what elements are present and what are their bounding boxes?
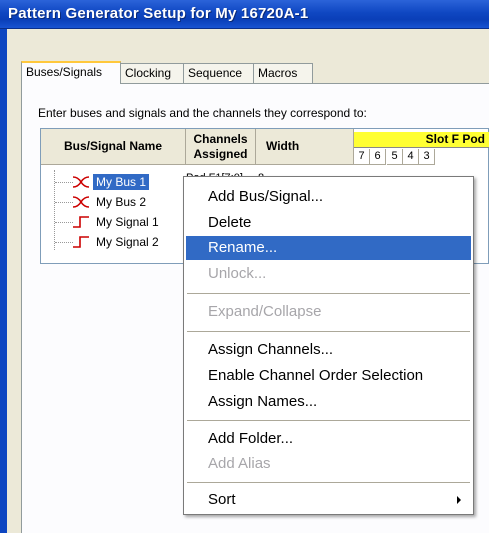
- header-label: Width: [266, 139, 300, 153]
- row-label: My Bus 1: [93, 174, 150, 190]
- signal-icon: [73, 216, 89, 228]
- window-titlebar[interactable]: Pattern Generator Setup for My 16720A-1: [0, 0, 489, 29]
- tab-label: Buses/Signals: [26, 65, 103, 79]
- submenu-arrow-icon: [457, 496, 461, 504]
- menu-item-add-alias[interactable]: Add Alias: [186, 452, 471, 476]
- column-header-width[interactable]: Width: [256, 129, 354, 165]
- tab-label: Macros: [258, 66, 298, 80]
- bus-icon: [72, 176, 90, 188]
- window-title: Pattern Generator Setup for My 16720A-1: [8, 5, 309, 22]
- menu-item-delete[interactable]: Delete: [186, 211, 471, 235]
- tab-sequence[interactable]: Sequence: [183, 63, 254, 83]
- tree-row-bus[interactable]: My Bus 2: [42, 192, 182, 212]
- bit-header-3: 3: [419, 149, 435, 165]
- menu-separator: [187, 293, 470, 294]
- header-label-line2: Assigned: [193, 147, 248, 161]
- menu-item-add-folder[interactable]: Add Folder...: [186, 427, 471, 451]
- tab-label: Clocking: [125, 66, 172, 80]
- column-header-name[interactable]: Bus/Signal Name: [41, 129, 186, 165]
- row-label: My Signal 2: [96, 235, 159, 249]
- bit-header-7: 7: [354, 149, 370, 165]
- context-menu: Add Bus/Signal... Delete Rename... Unloc…: [183, 176, 474, 515]
- menu-item-sort[interactable]: Sort: [186, 488, 471, 512]
- row-label: My Bus 2: [96, 195, 147, 209]
- tree-dots: [55, 182, 73, 183]
- tab-label: Sequence: [188, 66, 243, 80]
- bus-icon: [72, 196, 90, 208]
- menu-item-enable-channel-order[interactable]: Enable Channel Order Selection: [186, 364, 471, 388]
- tree-row-bus[interactable]: My Bus 1: [42, 172, 182, 192]
- instruction-text: Enter buses and signals and the channels…: [38, 106, 367, 120]
- menu-item-assign-channels[interactable]: Assign Channels...: [186, 338, 471, 362]
- tree-dots: [55, 202, 73, 203]
- bit-header-4: 4: [403, 149, 419, 165]
- menu-item-unlock[interactable]: Unlock...: [186, 262, 471, 286]
- menu-separator: [187, 331, 470, 332]
- header-label-line1: Channels: [193, 132, 248, 146]
- signal-icon: [73, 236, 89, 248]
- menu-separator: [187, 482, 470, 483]
- column-header-channels[interactable]: Channels Assigned: [186, 129, 256, 165]
- tree-dots: [55, 222, 73, 223]
- tree-dots: [55, 242, 73, 243]
- row-label: My Signal 1: [96, 215, 159, 229]
- tab-macros[interactable]: Macros: [253, 63, 313, 83]
- header-label: Bus/Signal Name: [63, 139, 163, 153]
- menu-separator: [187, 420, 470, 421]
- tree-row-signal[interactable]: My Signal 1: [42, 212, 182, 232]
- bit-header-6: 6: [370, 149, 386, 165]
- tab-clocking[interactable]: Clocking: [120, 63, 184, 83]
- menu-item-add-bus-signal[interactable]: Add Bus/Signal...: [186, 185, 471, 209]
- pod-header: Slot F Pod: [354, 132, 489, 148]
- menu-item-label: Sort: [208, 491, 236, 508]
- tree-row-signal[interactable]: My Signal 2: [42, 232, 182, 252]
- menu-item-expand-collapse[interactable]: Expand/Collapse: [186, 300, 471, 324]
- menu-item-assign-names[interactable]: Assign Names...: [186, 390, 471, 414]
- bit-header-5: 5: [387, 149, 403, 165]
- tab-buses-signals[interactable]: Buses/Signals: [21, 61, 121, 84]
- menu-item-rename[interactable]: Rename...: [186, 236, 471, 260]
- window-left-border: [0, 29, 7, 533]
